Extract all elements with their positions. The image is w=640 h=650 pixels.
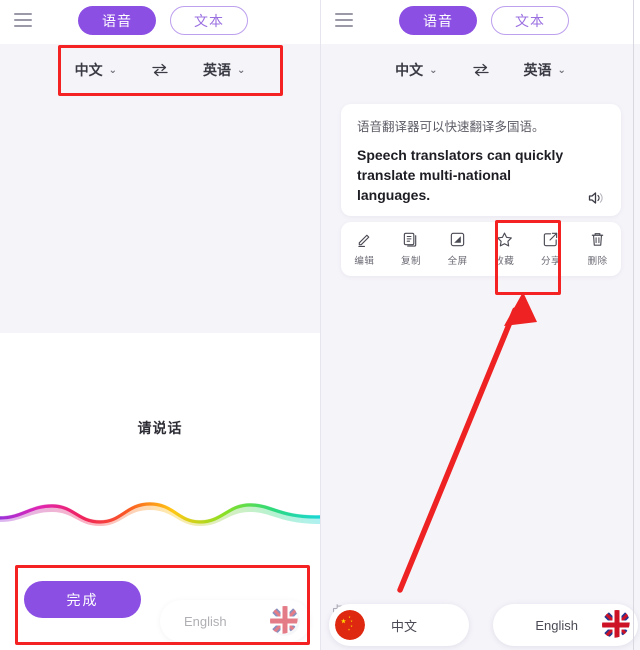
card-action-bar: 编辑 复制 全屏 收藏 分享 删除 [341, 222, 621, 276]
chevron-down-icon: ⌄ [429, 65, 438, 76]
action-fullscreen[interactable]: 全屏 [438, 231, 478, 267]
action-copy-label: 复制 [400, 256, 421, 267]
right-phone-panel: 语音 文本 中文 ⌄ 英语 ⌄ 语音翻译器可以快速翻译多国语。 Speech t… [320, 0, 640, 650]
action-edit[interactable]: 编辑 [344, 231, 384, 267]
target-language-selector[interactable]: 英语 ⌄ [524, 60, 566, 80]
target-language-label: 英语 [523, 62, 552, 78]
panel-divider [633, 0, 634, 650]
source-language-button-label: 中文 [391, 618, 418, 634]
source-language-button[interactable]: 中文 [329, 604, 469, 646]
uk-flag-icon [602, 610, 632, 640]
pencil-edit-icon [358, 234, 370, 247]
screenshot-root: 语音 文本 中文 ⌄ 英语 ⌄ 请说话 完成 English 语音 文本 中文 … [0, 0, 640, 650]
action-delete-label: 删除 [587, 256, 608, 267]
rainbow-waveform [0, 502, 320, 526]
tab-voice[interactable]: 语音 [78, 6, 156, 35]
action-favorite[interactable]: 收藏 [484, 231, 524, 267]
action-copy[interactable]: 复制 [391, 231, 431, 267]
action-share-label: 分享 [540, 256, 561, 267]
tab-text[interactable]: 文本 [491, 6, 569, 35]
left-language-bar: 中文 ⌄ 英语 ⌄ [0, 44, 320, 96]
chevron-down-icon: ⌄ [108, 65, 117, 76]
target-language-label: 英语 [203, 62, 231, 78]
listening-title: 请说话 [137, 420, 183, 436]
action-share[interactable]: 分享 [531, 231, 571, 267]
action-fullscreen-label: 全屏 [447, 256, 468, 267]
right-topbar: 语音 文本 [321, 0, 640, 44]
uk-flag-icon [270, 606, 300, 636]
target-language-button[interactable]: English [493, 604, 638, 646]
left-panel-background [0, 96, 320, 333]
source-language-label: 中文 [395, 62, 424, 78]
swap-arrows-icon[interactable] [151, 63, 169, 77]
left-tab-group: 语音 文本 [78, 6, 248, 35]
chevron-down-icon: ⌄ [557, 65, 566, 76]
action-delete[interactable]: 删除 [578, 231, 618, 267]
left-phone-panel: 语音 文本 中文 ⌄ 英语 ⌄ 请说话 完成 English [0, 0, 320, 650]
source-language-selector[interactable]: 中文 ⌄ [395, 60, 437, 80]
swap-arrows-icon[interactable] [472, 63, 490, 77]
done-button[interactable]: 完成 [24, 581, 141, 618]
tab-voice[interactable]: 语音 [399, 6, 477, 35]
source-language-selector[interactable]: 中文 ⌄ [75, 60, 117, 80]
star-favorite-icon [496, 232, 512, 247]
target-language-button-label: English [535, 617, 578, 633]
right-tab-group: 语音 文本 [399, 6, 569, 35]
action-favorite-label: 收藏 [494, 256, 515, 267]
trash-delete-icon [591, 233, 604, 246]
fullscreen-icon [450, 232, 465, 247]
right-language-bar: 中文 ⌄ 英语 ⌄ [321, 44, 640, 96]
left-target-language-button[interactable]: English [160, 600, 310, 642]
chevron-down-icon: ⌄ [237, 65, 246, 76]
card-translated-text: Speech translators can quickly translate… [357, 146, 564, 204]
speaker-icon[interactable] [587, 190, 605, 206]
left-target-language-label: English [184, 613, 227, 629]
china-flag-icon [335, 610, 365, 640]
translation-card: 语音翻译器可以快速翻译多国语。 Speech translators can q… [341, 104, 621, 216]
hamburger-menu-icon[interactable] [14, 13, 32, 27]
action-edit-label: 编辑 [354, 256, 375, 267]
card-source-text: 语音翻译器可以快速翻译多国语。 [357, 120, 545, 134]
tab-text[interactable]: 文本 [170, 6, 248, 35]
source-language-label: 中文 [74, 62, 103, 78]
copy-icon [404, 232, 417, 247]
left-topbar: 语音 文本 [0, 0, 320, 44]
hamburger-menu-icon[interactable] [335, 13, 353, 27]
target-language-selector[interactable]: 英语 ⌄ [203, 60, 245, 80]
share-icon [544, 232, 558, 247]
